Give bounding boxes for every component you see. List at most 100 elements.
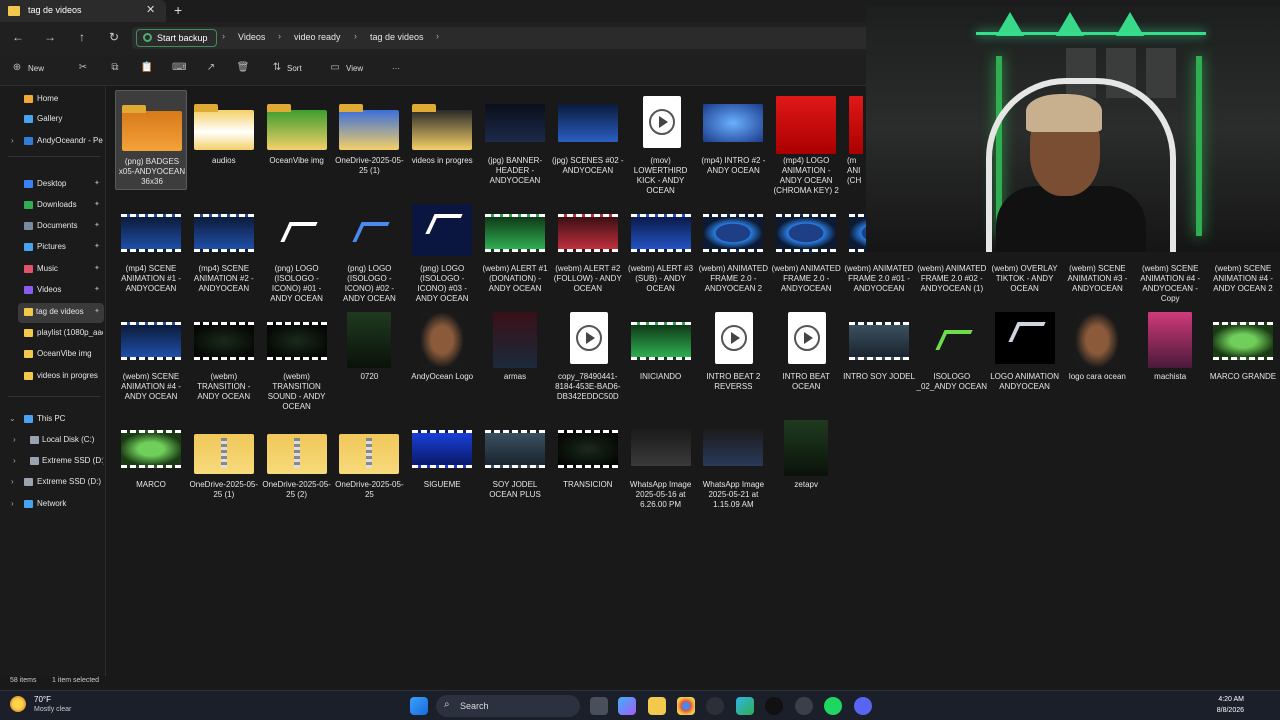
chevron-icon[interactable]: › (11, 136, 14, 145)
file-item[interactable]: (webm) ALERT #2 (FOLLOW) - ANDY OCEAN (552, 198, 624, 298)
file-item[interactable]: INICIANDO (625, 306, 697, 406)
share-icon[interactable]: ↗ (204, 62, 218, 76)
sidebar-item-extreme-ssd-d[interactable]: › Extreme SSD (D:) (0, 452, 106, 472)
sidebar-item-tag-de-videos[interactable]: tag de videos ✦ (18, 303, 104, 323)
weather-icon[interactable] (10, 696, 26, 712)
edge-icon[interactable] (736, 697, 754, 715)
chevron-icon[interactable]: › (11, 499, 14, 508)
app-icon[interactable] (706, 697, 724, 715)
file-item[interactable]: (webm) ANIMATED FRAME 2.0 - ANDYOCEAN 2 (697, 198, 769, 298)
folder-item[interactable]: OneDrive-2025-05-25 (333, 414, 405, 514)
sidebar-item-desktop[interactable]: Desktop ✦ (0, 175, 106, 195)
chevron-icon[interactable]: ⌄ (9, 414, 16, 423)
file-item[interactable]: zetapv (770, 414, 842, 514)
sidebar-item-pictures[interactable]: Pictures ✦ (0, 238, 106, 258)
folder-item[interactable]: OneDrive-2025-05-25 (1) (188, 414, 260, 514)
file-item[interactable]: INTRO BEAT OCEAN (770, 306, 842, 406)
file-item[interactable]: LOGO ANIMATION ANDYOCEAN (989, 306, 1061, 406)
file-explorer-icon[interactable] (648, 697, 666, 715)
folder-item[interactable]: audios (188, 90, 260, 190)
tab-tag-de-videos[interactable]: tag de videos ✕ (0, 0, 166, 22)
rename-icon[interactable]: ⌨ (172, 62, 186, 76)
file-item[interactable]: (webm) TRANSITION - ANDY OCEAN (188, 306, 260, 406)
file-item[interactable]: (webm) ALERT #1 (DONATION) - ANDY OCEAN (479, 198, 551, 298)
file-item[interactable]: copy_78490441-8184-453E-BAD6-DB342EDDC50… (552, 306, 624, 406)
file-item[interactable]: (mp4) LOGO ANIMATION - ANDY OCEAN (CHROM… (770, 90, 842, 195)
settings-icon[interactable] (795, 697, 813, 715)
breadcrumb-video-ready[interactable]: video ready (294, 32, 341, 42)
sort-button[interactable]: Sort (287, 64, 302, 73)
sidebar-item-videos[interactable]: Videos ✦ (0, 281, 106, 301)
file-item[interactable]: MARCO (115, 414, 187, 514)
sidebar-item-this-pc[interactable]: ⌄ This PC (0, 410, 106, 430)
sidebar-item-gallery[interactable]: Gallery (0, 110, 106, 130)
file-item[interactable]: (mp4) SCENE ANIMATION #2 - ANDYOCEAN (188, 198, 260, 298)
sidebar-item-network[interactable]: › Network (0, 495, 106, 515)
folder-item[interactable]: (png) BADGES x05-ANDYOCEAN 36x36 (115, 90, 187, 190)
more-options-button[interactable]: ··· (392, 64, 400, 73)
chevron-icon[interactable]: › (13, 456, 16, 465)
file-item[interactable]: MARCO GRANDE (1207, 306, 1279, 406)
file-item[interactable]: (mov) LOWERTHIRD KICK - ANDY OCEAN (625, 90, 697, 195)
start-icon[interactable] (410, 697, 428, 715)
view-button[interactable]: View (346, 64, 363, 73)
file-item[interactable]: WhatsApp Image 2025-05-16 at 6.26.00 PM (625, 414, 697, 514)
file-item[interactable]: (m ANI (CH (843, 90, 863, 190)
paste-icon[interactable]: 📋 (140, 62, 154, 76)
file-item[interactable]: machista (1134, 306, 1206, 406)
system-clock[interactable]: 4:20 AM 8/8/2026 (1217, 694, 1244, 716)
breadcrumb-videos[interactable]: Videos (238, 32, 265, 42)
file-item[interactable]: ISOLOGO _02_ANDY OCEAN (916, 306, 988, 406)
breadcrumb[interactable]: Start backup › Videos › video ready › ta… (132, 27, 872, 49)
file-item[interactable]: SIGUEME (406, 414, 478, 514)
close-tab-button[interactable]: ✕ (146, 3, 155, 16)
task-view-icon[interactable] (590, 697, 608, 715)
taskbar-search[interactable]: ⌕ Search (436, 695, 580, 717)
file-item[interactable]: logo cara ocean (1061, 306, 1133, 406)
file-item[interactable]: armas (479, 306, 551, 406)
file-item[interactable]: (mp4) INTRO #2 - ANDY OCEAN (697, 90, 769, 190)
folder-item[interactable]: OceanVibe img (261, 90, 333, 190)
folder-item[interactable]: videos in progres (406, 90, 478, 190)
file-item[interactable]: AndyOcean Logo (406, 306, 478, 406)
new-tab-button[interactable]: + (174, 2, 182, 18)
file-item[interactable]: (webm) ALERT #3 (SUB) - ANDY OCEAN (625, 198, 697, 298)
refresh-button[interactable]: ↻ (106, 30, 122, 44)
spotify-icon[interactable] (824, 697, 842, 715)
sidebar-item-music[interactable]: Music ✦ (0, 260, 106, 280)
cut-icon[interactable]: ✂ (76, 62, 90, 76)
sidebar-item-home[interactable]: Home (0, 90, 106, 110)
file-item[interactable]: INTRO SOY JODEL (843, 306, 915, 406)
sidebar-item-playlist-1080p-aac[interactable]: playlist (1080p_aac) (0, 324, 106, 344)
new-button[interactable]: New (28, 64, 44, 73)
file-item[interactable]: (png) LOGO (ISOLOGO - ICONO) #03 - ANDY … (406, 198, 478, 303)
folder-item[interactable]: OneDrive-2025-05-25 (2) (261, 414, 333, 514)
breadcrumb-tag-de-videos[interactable]: tag de videos (370, 32, 424, 42)
file-item[interactable]: SOY JODEL OCEAN PLUS (479, 414, 551, 514)
sidebar-item-extreme-ssd-d[interactable]: › Extreme SSD (D:) (0, 473, 106, 493)
file-item[interactable]: (webm) TRANSITION SOUND - ANDY OCEAN (261, 306, 333, 411)
copilot-icon[interactable] (618, 697, 636, 715)
capcut-icon[interactable] (765, 697, 783, 715)
sidebar-item-documents[interactable]: Documents ✦ (0, 217, 106, 237)
sidebar-item-andyoceandr-per[interactable]: › AndyOceandr - Per (0, 132, 106, 152)
copy-icon[interactable]: ⧉ (108, 62, 122, 76)
chevron-icon[interactable]: › (11, 477, 14, 486)
file-item[interactable]: (mp4) SCENE ANIMATION #1 - ANDYOCEAN (115, 198, 187, 298)
file-item[interactable]: (webm) ANIMATED FRAME 2.0 - ANDYOCEAN (770, 198, 842, 298)
delete-icon[interactable]: 🗑 (236, 62, 250, 76)
sidebar-item-videos-in-progres[interactable]: videos in progres (0, 367, 106, 387)
file-item[interactable]: INTRO BEAT 2 REVERSS (697, 306, 769, 406)
sidebar-item-local-disk-c[interactable]: › Local Disk (C:) (0, 431, 106, 451)
folder-item[interactable]: OneDrive-2025-05-25 (1) (333, 90, 405, 190)
start-backup-button[interactable]: Start backup (136, 29, 217, 47)
file-item[interactable]: (webm) SCENE ANIMATION #4 - ANDY OCEAN (115, 306, 187, 406)
sidebar-item-oceanvibe-img[interactable]: OceanVibe img (0, 345, 106, 365)
sidebar-item-downloads[interactable]: Downloads ✦ (0, 196, 106, 216)
discord-icon[interactable] (854, 697, 872, 715)
file-item[interactable]: TRANSICION (552, 414, 624, 514)
chrome-icon[interactable] (677, 697, 695, 715)
file-item[interactable]: (jpg) BANNER-HEADER - ANDYOCEAN (479, 90, 551, 190)
file-item[interactable]: WhatsApp Image 2025-05-21 at 1.15.09 AM (697, 414, 769, 514)
file-item[interactable]: (png) LOGO (ISOLOGO - ICONO) #02 - ANDY … (333, 198, 405, 303)
